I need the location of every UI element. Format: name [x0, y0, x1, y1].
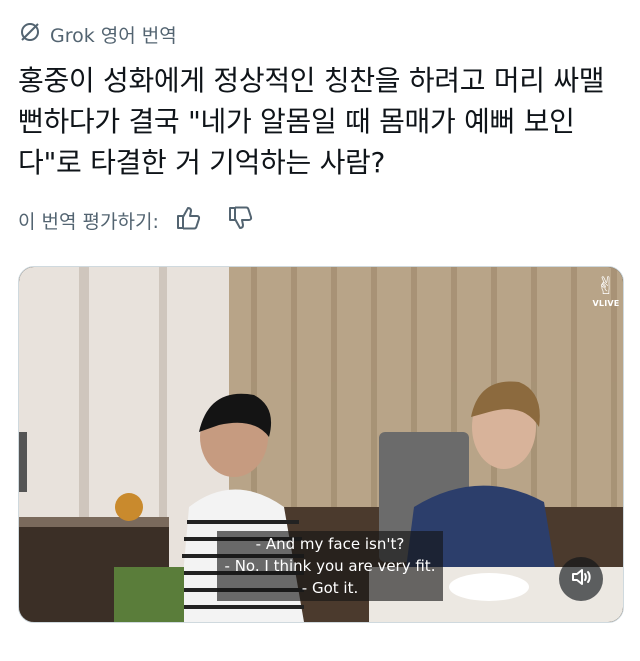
vlive-logo-icon: ✌: [595, 272, 617, 300]
post-text: 홍중이 성화에게 정상적인 칭찬을 하려고 머리 싸맬 뻔하다가 결국 "네가 …: [18, 64, 605, 179]
thumbs-down-icon: [227, 205, 253, 236]
volume-button[interactable]: [559, 557, 603, 601]
video-player[interactable]: ✌ VLIVE - And my face isn't? - No. I thi…: [18, 266, 624, 623]
vlive-badge: ✌ VLIVE: [591, 273, 621, 308]
thumbs-up-icon: [175, 205, 201, 236]
speaker-muted-icon: [569, 565, 593, 593]
subtitle-line-3: - Got it.: [301, 579, 359, 597]
grok-slash-icon: [18, 20, 42, 49]
subtitle-line-1: - And my face isn't?: [255, 535, 405, 553]
subtitle-line-2: - No. I think you are very fit.: [224, 557, 436, 575]
rate-translation-row: 이 번역 평가하기:: [18, 205, 255, 235]
thumbs-up-button[interactable]: [173, 205, 203, 235]
translate-label: Grok 영어 번역: [50, 25, 177, 47]
rate-label: 이 번역 평가하기:: [18, 210, 159, 233]
vlive-text: VLIVE: [592, 299, 620, 308]
subtitle-box: - And my face isn't? - No. I think you a…: [217, 531, 443, 601]
translate-indicator[interactable]: Grok 영어 번역: [18, 20, 177, 49]
thumbs-down-button[interactable]: [225, 205, 255, 235]
